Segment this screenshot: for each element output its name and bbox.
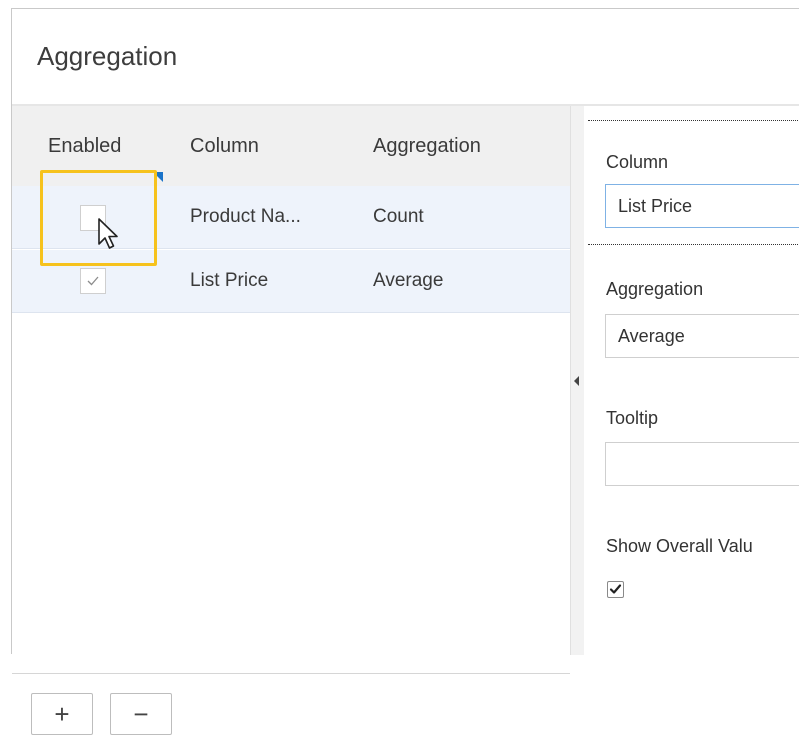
collapse-left-arrow-icon[interactable] — [574, 376, 579, 386]
plus-icon: + — [54, 699, 70, 729]
panel-splitter[interactable] — [570, 106, 584, 655]
show-overall-label: Show Overall Valu — [606, 536, 753, 556]
row-column-cell: List Price — [190, 270, 269, 291]
column-field[interactable] — [605, 184, 799, 228]
header-column[interactable]: Column — [190, 135, 259, 158]
focus-outline-bottom — [588, 244, 799, 245]
check-icon — [609, 584, 622, 594]
tooltip-field[interactable] — [605, 442, 799, 486]
show-overall-checkbox[interactable] — [607, 581, 624, 598]
remove-row-button[interactable]: − — [110, 693, 172, 735]
focus-outline-top — [588, 120, 799, 121]
minus-icon: − — [133, 699, 149, 729]
row-aggregation-cell: Count — [373, 206, 424, 227]
aggregation-select[interactable] — [605, 314, 799, 358]
aggregation-dialog: Aggregation Enabled Column Aggregation P… — [11, 8, 799, 753]
dialog-title: Aggregation — [37, 41, 178, 71]
header-aggregation[interactable]: Aggregation — [373, 135, 481, 158]
grid-footer: + − — [12, 673, 570, 753]
aggregation-label: Aggregation — [606, 279, 704, 299]
row-column-cell: Product Na... — [190, 206, 301, 227]
mouse-pointer-icon — [98, 218, 118, 249]
properties-panel: Column Aggregation Tooltip Show Overall … — [584, 106, 799, 655]
row-enabled-checkbox[interactable] — [80, 268, 106, 294]
check-icon — [87, 276, 99, 286]
column-label: Column — [606, 152, 669, 172]
row-aggregation-cell: Average — [373, 270, 444, 291]
tooltip-label: Tooltip — [606, 408, 659, 428]
header-enabled[interactable]: Enabled — [48, 135, 121, 158]
add-row-button[interactable]: + — [31, 693, 93, 735]
